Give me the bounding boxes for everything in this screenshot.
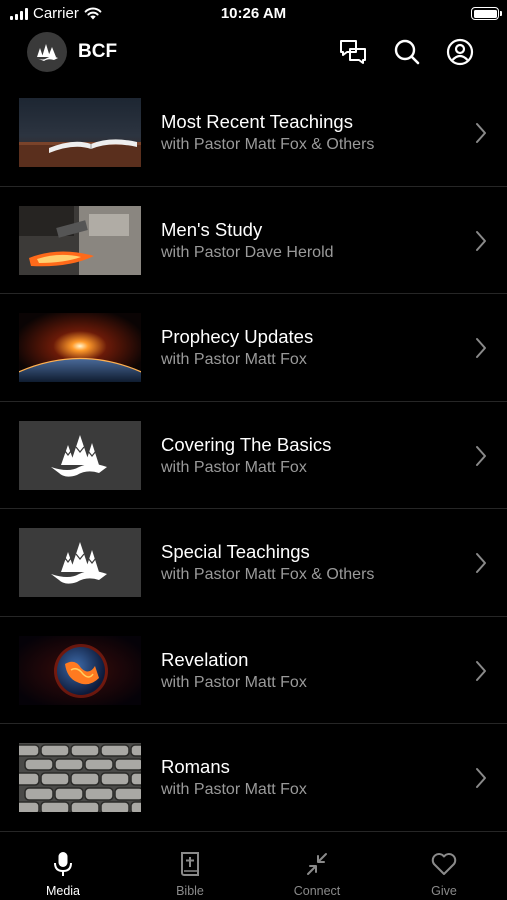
tab-media[interactable]: Media: [0, 837, 126, 900]
battery-icon: [471, 7, 502, 20]
item-title: Revelation: [161, 648, 249, 670]
media-item-special-teachings[interactable]: Special Teachings with Pastor Matt Fox &…: [0, 509, 507, 617]
chevron-right-icon: [476, 123, 486, 143]
blacksmith-thumbnail: [19, 205, 141, 275]
messages-button[interactable]: [338, 37, 368, 67]
tab-bar: Media Bible Connect Give: [0, 837, 507, 900]
app-header: BCF: [0, 30, 507, 76]
media-item-mens-study[interactable]: Men's Study with Pastor Dave Herold: [0, 187, 507, 294]
connect-arrows-icon: [307, 853, 327, 875]
tab-label: Media: [45, 884, 81, 898]
item-title: Most Recent Teachings: [161, 111, 353, 132]
item-title: Prophecy Updates: [161, 326, 314, 347]
chevron-right-icon: [476, 445, 486, 466]
tab-label: Bible: [176, 884, 204, 898]
tab-label: Connect: [293, 884, 341, 898]
item-subtitle: with Pastor Dave Herold: [161, 243, 334, 261]
item-subtitle: with Pastor Matt Fox: [161, 673, 307, 691]
bcf-logo-thumbnail: [19, 420, 141, 490]
tab-connect[interactable]: Connect: [254, 837, 380, 900]
status-time: 10:26 AM: [220, 5, 287, 22]
search-button[interactable]: [392, 37, 422, 67]
bcf-logo[interactable]: [27, 32, 67, 72]
microphone-icon: [54, 852, 72, 876]
bible-icon: [181, 852, 199, 876]
earth-sunrise-thumbnail: [19, 313, 141, 382]
cobblestone-thumbnail: [19, 743, 141, 812]
logo-trees-icon: [36, 44, 58, 61]
item-subtitle: with Pastor Matt Fox & Others: [161, 566, 375, 583]
media-item-romans[interactable]: Romans with Pastor Matt Fox: [0, 724, 507, 832]
media-list: Most Recent Teachings with Pastor Matt F…: [0, 79, 507, 832]
media-item-prophecy-updates[interactable]: Prophecy Updates with Pastor Matt Fox: [0, 294, 507, 402]
media-item-most-recent-teachings[interactable]: Most Recent Teachings with Pastor Matt F…: [0, 79, 507, 187]
tab-bible[interactable]: Bible: [127, 837, 253, 900]
bcf-logo-thumbnail: [19, 528, 141, 597]
search-icon: [394, 39, 420, 65]
chevron-right-icon: [476, 660, 486, 681]
chevron-right-icon: [476, 338, 486, 358]
chevron-right-icon: [476, 230, 486, 251]
burning-earth-thumbnail: [19, 635, 141, 705]
heart-icon: [431, 853, 457, 875]
tab-give[interactable]: Give: [381, 837, 507, 900]
media-item-revelation[interactable]: Revelation with Pastor Matt Fox: [0, 617, 507, 724]
media-item-covering-the-basics[interactable]: Covering The Basics with Pastor Matt Fox: [0, 402, 507, 509]
item-title: Men's Study: [161, 218, 263, 240]
chevron-right-icon: [476, 553, 486, 573]
status-bar: Carrier 10:26 AM: [0, 0, 507, 28]
brand-title: BCF: [78, 41, 118, 62]
item-title: Covering The Basics: [161, 433, 332, 455]
item-title: Romans: [161, 756, 230, 777]
item-title: Special Teachings: [161, 541, 310, 562]
chat-bubbles-icon: [340, 40, 366, 64]
chevron-right-icon: [476, 768, 486, 788]
user-circle-icon: [446, 38, 474, 66]
open-bible-thumbnail: [19, 98, 141, 167]
item-subtitle: with Pastor Matt Fox: [161, 781, 307, 798]
item-subtitle: with Pastor Matt Fox & Others: [161, 136, 375, 153]
item-subtitle: with Pastor Matt Fox: [161, 351, 307, 368]
profile-button[interactable]: [445, 37, 475, 67]
item-subtitle: with Pastor Matt Fox: [161, 458, 307, 476]
tab-label: Give: [431, 884, 457, 898]
